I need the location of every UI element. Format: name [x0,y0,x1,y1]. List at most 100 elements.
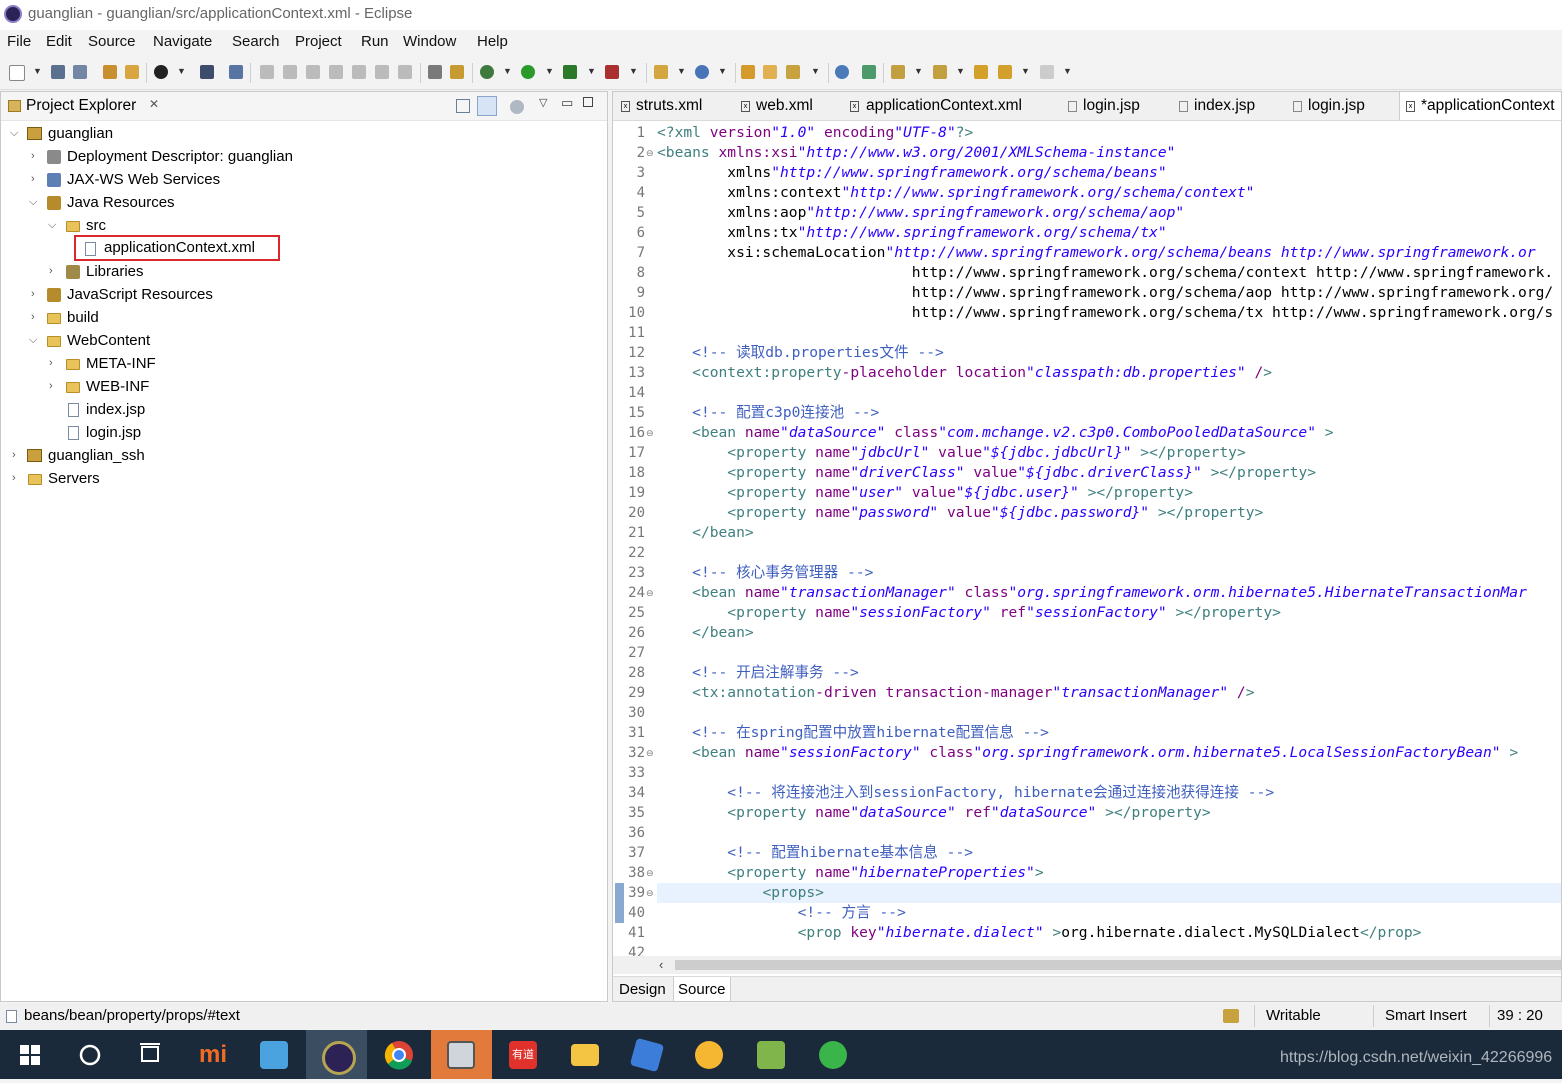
code-line[interactable]: xsi:schemaLocation"http://www.springfram… [657,243,1535,263]
menu-source[interactable]: Source [88,33,136,50]
code-line[interactable]: <!-- 在spring配置中放置hibernate配置信息 --> [657,723,1049,743]
code-area[interactable]: <?xml version"1.0" encoding"UTF-8"?> <bea… [657,122,1561,954]
forward-icon[interactable] [1040,65,1054,79]
windows-start-icon[interactable] [0,1030,61,1079]
menu-run[interactable]: Run [361,33,389,50]
open-folder-icon[interactable] [741,65,755,79]
view-menu-icon[interactable]: ▽ [539,96,547,109]
run-icon[interactable] [521,65,535,79]
globe-icon[interactable] [835,65,849,79]
fold-marker-icon[interactable]: ⊖ [646,888,654,899]
code-line[interactable]: <prop key"hibernate.dialect" >org.hibern… [657,923,1422,943]
tree-item-servers[interactable]: › Servers [1,467,601,490]
console-icon[interactable] [200,65,214,79]
debug-icon[interactable] [480,65,494,79]
code-line[interactable]: xmlns:aop"http://www.springframework.org… [657,203,1184,223]
use-step-filters-icon[interactable] [428,65,442,79]
maximize-icon[interactable] [583,97,593,107]
chevron-down-icon[interactable]: ▼ [587,66,596,76]
code-line[interactable]: <!-- 方言 --> [657,903,906,923]
menu-file[interactable]: File [7,33,31,50]
mi-app-icon[interactable]: mi [183,1030,244,1079]
suspend-icon[interactable] [283,65,297,79]
tree-item-login-jsp[interactable]: login.jsp [1,421,601,444]
code-line[interactable]: xmlns:tx"http://www.springframework.org/… [657,223,1166,243]
tab-source[interactable]: Source [673,977,731,1001]
code-line[interactable]: <!-- 将连接池注入到sessionFactory, hibernate会通过… [657,783,1274,803]
chevron-down-icon[interactable]: ▼ [503,66,512,76]
tree-item-javascript-resources[interactable]: › JavaScript Resources [1,283,601,306]
disconnect-icon[interactable] [329,65,343,79]
filter-icon[interactable] [510,100,524,114]
app-icon[interactable] [617,1030,678,1079]
code-line[interactable]: <?xml version"1.0" encoding"UTF-8"?> [657,123,973,143]
qq-app-icon[interactable] [679,1030,740,1079]
code-line[interactable]: xmlns"http://www.springframework.org/sch… [657,163,1166,183]
properties-icon[interactable] [103,65,117,79]
fold-marker-icon[interactable]: ⊖ [646,588,654,599]
code-line[interactable]: <bean name"sessionFactory" class"org.spr… [657,743,1518,763]
menu-search[interactable]: Search [232,33,280,50]
close-icon[interactable]: ✕ [149,97,159,111]
code-line[interactable]: http://www.springframework.org/schema/ao… [657,283,1553,303]
menu-project[interactable]: Project [295,33,342,50]
save-icon[interactable] [51,65,65,79]
code-line[interactable]: xmlns:context"http://www.springframework… [657,183,1254,203]
tree-item-guanglian[interactable]: ⌵ guanglian [1,122,601,145]
tab-design[interactable]: Design [615,977,670,1001]
last-edit-icon[interactable] [974,65,988,79]
remote-desktop-icon[interactable] [244,1030,305,1079]
tree-item-build[interactable]: › build [1,306,601,329]
notepad-app-icon[interactable] [741,1030,802,1079]
code-line[interactable]: <!-- 读取db.properties文件 --> [657,343,944,363]
code-line[interactable]: http://www.springframework.org/schema/co… [657,263,1553,283]
new-class-icon[interactable] [695,65,709,79]
tree-item-index-jsp[interactable]: index.jsp [1,398,601,421]
code-line[interactable]: <property name"driverClass" value"${jdbc… [657,463,1316,483]
tree-item-applicationcontext-selected[interactable]: applicationContext.xml [74,235,280,261]
build-icon[interactable] [450,65,464,79]
code-line[interactable]: </bean> [657,523,754,543]
chevron-down-icon[interactable]: ▼ [545,66,554,76]
code-line[interactable]: <property name"dataSource" ref"dataSourc… [657,803,1210,823]
skip-breakpoints-icon[interactable] [229,65,243,79]
minimize-icon[interactable]: ▭ [561,95,573,111]
tree-item-jax-ws[interactable]: › JAX-WS Web Services [1,168,601,191]
terminate-icon[interactable] [306,65,320,79]
back-icon[interactable] [998,65,1012,79]
tree-item-java-resources[interactable]: ⌵ Java Resources [1,191,601,214]
collapse-all-icon[interactable] [456,99,470,113]
tab-applicationcontext-active[interactable]: x *applicationContext [1399,92,1561,120]
link-with-editor-icon[interactable] [477,96,497,116]
chevron-down-icon[interactable]: ▼ [33,66,42,76]
chevron-down-icon[interactable]: ▼ [956,66,965,76]
search-tool-icon[interactable] [786,65,800,79]
tab-struts-xml[interactable]: x struts.xml [621,92,733,120]
chevron-down-icon[interactable]: ▼ [811,66,820,76]
code-line[interactable]: <property name"password" value"${jdbc.pa… [657,503,1263,523]
chevron-down-icon[interactable]: ▼ [629,66,638,76]
chrome-icon[interactable] [369,1030,430,1079]
menu-navigate[interactable]: Navigate [153,33,212,50]
tab-applicationcontext-xml[interactable]: x applicationContext.xml [850,92,1060,120]
tab-web-xml[interactable]: x web.xml [741,92,845,120]
code-line[interactable]: <!-- 开启注解事务 --> [657,663,859,683]
step-return-icon[interactable] [398,65,412,79]
open-file-icon[interactable] [763,65,777,79]
tree-item-meta-inf[interactable]: › META-INF [1,352,601,375]
menu-edit[interactable]: Edit [46,33,72,50]
fold-marker-icon[interactable]: ⊖ [646,748,654,759]
chevron-down-icon[interactable]: ▼ [718,66,727,76]
horizontal-scrollbar[interactable]: ‹ [613,956,1561,974]
tab-index-jsp[interactable]: index.jsp [1179,92,1284,120]
tree-item-src[interactable]: ⌵ src [1,214,601,237]
save-all-icon[interactable] [73,65,87,79]
code-line[interactable]: <beans xmlns:xsi"http://www.w3.org/2001/… [657,143,1175,163]
tree-item-libraries[interactable]: › Libraries [1,260,601,283]
scroll-left-icon[interactable]: ‹ [659,957,663,972]
tree-item-deployment-descriptor[interactable]: › Deployment Descriptor: guanglian [1,145,601,168]
chevron-down-icon[interactable]: ▼ [177,66,186,76]
eclipse-taskbar-icon[interactable] [306,1030,367,1079]
code-line[interactable]: http://www.springframework.org/schema/tx… [657,303,1553,323]
open-type-icon[interactable] [125,65,139,79]
